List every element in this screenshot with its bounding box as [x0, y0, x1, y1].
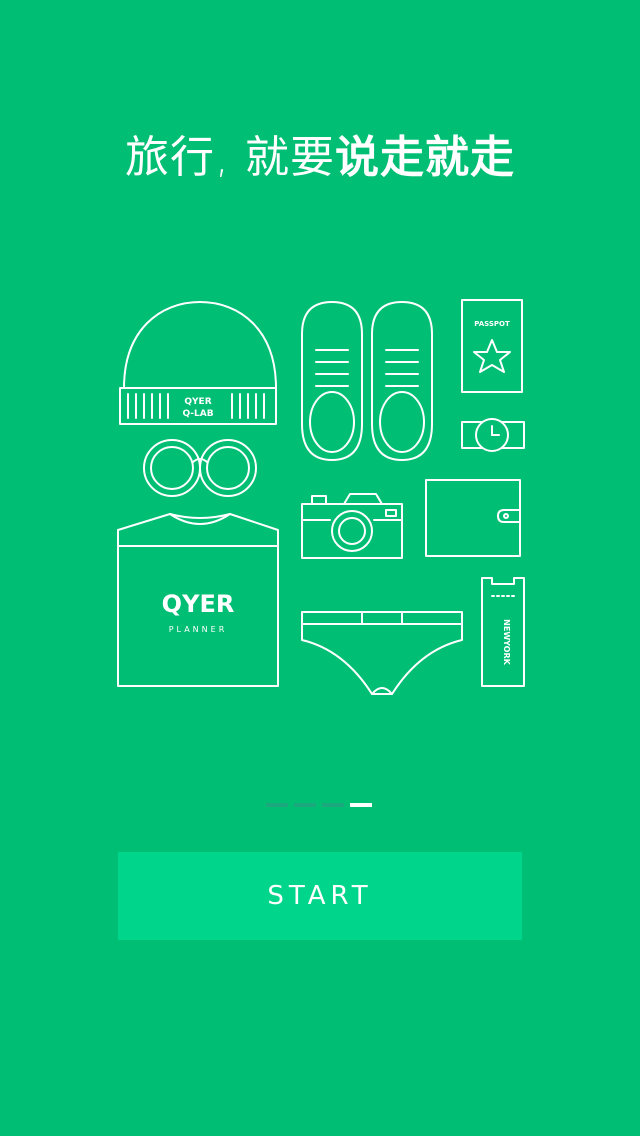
passport-text: PASSPOT [474, 320, 510, 328]
watch-icon [461, 418, 525, 452]
page-dot-3[interactable] [322, 803, 344, 807]
page-indicator [266, 803, 376, 809]
underwear-icon [301, 611, 463, 695]
shirt-text-2: PLANNER [169, 625, 228, 634]
tshirt-icon: QYER PLANNER [117, 513, 279, 687]
ticket-text: NEWYORK [502, 619, 511, 665]
camera-icon [301, 493, 403, 559]
wallet-icon [425, 479, 521, 557]
passport-icon: PASSPOT [461, 299, 523, 393]
page-dot-2[interactable] [294, 803, 316, 807]
glasses-icon [143, 439, 257, 497]
headline-bold: 说走就走 [334, 132, 515, 183]
page-dot-4-active[interactable] [350, 803, 372, 807]
start-button[interactable]: START [118, 852, 522, 940]
page-dot-1[interactable] [266, 803, 288, 807]
beanie-text-2: Q-LAB [182, 409, 213, 419]
start-button-label: START [267, 881, 373, 911]
travel-items-illustration: QYER Q-LAB QYER PLANNER PASSPOT NEWYORK [100, 290, 540, 710]
headline-light: 旅行, 就要 [125, 132, 335, 183]
sneakers-icon [301, 301, 433, 461]
headline: 旅行, 就要说走就走 [0, 128, 640, 188]
beanie-icon: QYER Q-LAB [119, 301, 277, 425]
shirt-text-1: QYER [162, 590, 235, 618]
ticket-icon: NEWYORK [481, 577, 525, 687]
beanie-text-1: QYER [184, 397, 211, 407]
